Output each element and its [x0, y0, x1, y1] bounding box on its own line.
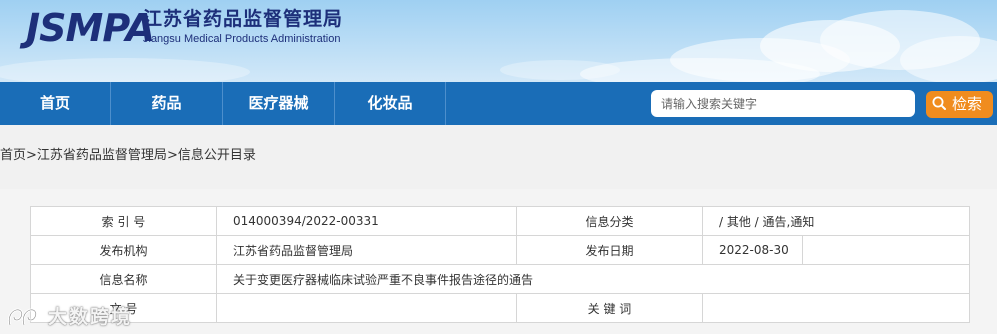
nav-item-drugs[interactable]: 药品 [111, 82, 223, 125]
site-banner: JSMPA 江苏省药品监督管理局 Jiangsu Medical Product… [0, 0, 997, 82]
publisher-label: 发布机构 [30, 235, 217, 265]
breadcrumb: 首页>江苏省药品监督管理局>信息公开目录 [0, 147, 256, 165]
category-label: 信息分类 [516, 206, 703, 236]
nav-item-medical-devices[interactable]: 医疗器械 [223, 82, 335, 125]
publisher-value: 江苏省药品监督管理局 [216, 235, 517, 265]
nav-item-cosmetics[interactable]: 化妆品 [335, 82, 446, 125]
org-name-english: Jiangsu Medical Products Administration [143, 33, 341, 45]
index-number-value: 014000394/2022-00331 [216, 206, 517, 236]
table-row: 信息名称 关于变更医疗器械临床试验严重不良事件报告途径的通告 [30, 264, 971, 294]
watermark-text: 大数跨境 [48, 306, 133, 328]
table-row: 文 号 关 键 词 [30, 293, 971, 323]
breadcrumb-separator: > [26, 148, 37, 163]
category-value: / 其他 / 通告,通知 [701, 206, 971, 236]
keywords-value [701, 293, 971, 323]
search-icon [932, 96, 946, 110]
table-row: 索 引 号 014000394/2022-00331 信息分类 / 其他 / 通… [30, 206, 971, 236]
index-number-label: 索 引 号 [30, 206, 217, 236]
publish-date-label: 发布日期 [516, 235, 703, 265]
breadcrumb-separator: > [166, 148, 178, 163]
watermark-logo-icon [7, 308, 38, 326]
info-name-value: 关于变更医疗器械临床试验严重不良事件报告途径的通告 [215, 264, 971, 294]
publish-date-value: 2022-08-30 [702, 235, 803, 265]
info-name-label: 信息名称 [30, 264, 217, 294]
nav-item-home[interactable]: 首页 [0, 82, 111, 125]
breadcrumb-link-catalog[interactable]: 信息公开目录 [178, 148, 256, 163]
document-info-table: 索 引 号 014000394/2022-00331 信息分类 / 其他 / 通… [30, 206, 971, 323]
org-name-chinese: 江苏省药品监督管理局 [143, 8, 344, 30]
document-number-value [216, 293, 517, 323]
search-button-label: 检索 [952, 95, 983, 113]
site-logo[interactable]: JSMPA [26, 6, 155, 50]
empty-cell [801, 235, 971, 265]
keywords-label: 关 键 词 [516, 293, 703, 323]
table-row: 发布机构 江苏省药品监督管理局 发布日期 2022-08-30 [30, 235, 971, 265]
search-input[interactable] [651, 90, 915, 117]
search-button[interactable]: 检索 [926, 91, 993, 118]
breadcrumb-link-home[interactable]: 首页 [0, 148, 26, 163]
breadcrumb-link-agency[interactable]: 江苏省药品监督管理局 [37, 148, 167, 163]
